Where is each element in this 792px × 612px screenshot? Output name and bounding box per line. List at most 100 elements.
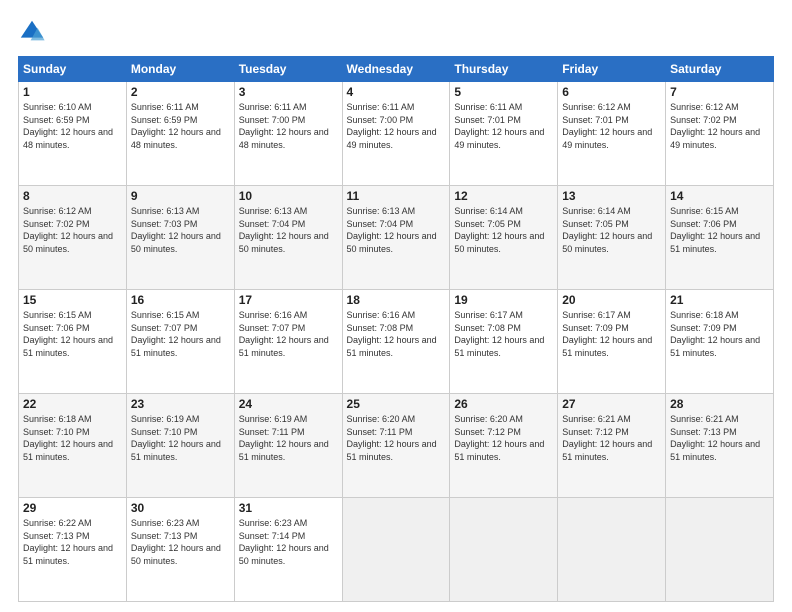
calendar-cell-w4-d3: 24 Sunrise: 6:19 AMSunset: 7:11 PMDayligh… [234, 394, 342, 498]
calendar-cell-w1-d7: 7 Sunrise: 6:12 AMSunset: 7:02 PMDaylight… [666, 82, 774, 186]
calendar-header-monday: Monday [126, 57, 234, 82]
day-detail: Sunrise: 6:15 AMSunset: 7:07 PMDaylight:… [131, 309, 230, 359]
calendar-cell-w5-d2: 30 Sunrise: 6:23 AMSunset: 7:13 PMDayligh… [126, 498, 234, 602]
day-detail: Sunrise: 6:11 AMSunset: 7:01 PMDaylight:… [454, 101, 553, 151]
day-detail: Sunrise: 6:16 AMSunset: 7:07 PMDaylight:… [239, 309, 338, 359]
calendar-cell-w3-d6: 20 Sunrise: 6:17 AMSunset: 7:09 PMDayligh… [558, 290, 666, 394]
calendar-week-2: 8 Sunrise: 6:12 AMSunset: 7:02 PMDaylight… [19, 186, 774, 290]
day-detail: Sunrise: 6:17 AMSunset: 7:09 PMDaylight:… [562, 309, 661, 359]
calendar-cell-w1-d1: 1 Sunrise: 6:10 AMSunset: 6:59 PMDaylight… [19, 82, 127, 186]
day-detail: Sunrise: 6:17 AMSunset: 7:08 PMDaylight:… [454, 309, 553, 359]
calendar-header-wednesday: Wednesday [342, 57, 450, 82]
logo [18, 18, 50, 46]
calendar-cell-w4-d7: 28 Sunrise: 6:21 AMSunset: 7:13 PMDayligh… [666, 394, 774, 498]
calendar-header-friday: Friday [558, 57, 666, 82]
page: SundayMondayTuesdayWednesdayThursdayFrid… [0, 0, 792, 612]
day-number: 24 [239, 397, 338, 411]
day-number: 13 [562, 189, 661, 203]
day-detail: Sunrise: 6:12 AMSunset: 7:02 PMDaylight:… [23, 205, 122, 255]
calendar-cell-w5-d5 [450, 498, 558, 602]
calendar-header-sunday: Sunday [19, 57, 127, 82]
calendar-week-5: 29 Sunrise: 6:22 AMSunset: 7:13 PMDayligh… [19, 498, 774, 602]
day-detail: Sunrise: 6:19 AMSunset: 7:10 PMDaylight:… [131, 413, 230, 463]
calendar-header-saturday: Saturday [666, 57, 774, 82]
logo-icon [18, 18, 46, 46]
calendar-cell-w1-d5: 5Sunrise: 6:11 AMSunset: 7:01 PMDaylight… [450, 82, 558, 186]
calendar-table: SundayMondayTuesdayWednesdayThursdayFrid… [18, 56, 774, 602]
calendar-cell-w5-d6 [558, 498, 666, 602]
calendar-cell-w2-d7: 14Sunrise: 6:15 AMSunset: 7:06 PMDayligh… [666, 186, 774, 290]
day-detail: Sunrise: 6:11 AMSunset: 6:59 PMDaylight:… [131, 101, 230, 151]
calendar-cell-w4-d4: 25 Sunrise: 6:20 AMSunset: 7:11 PMDayligh… [342, 394, 450, 498]
day-number: 8 [23, 189, 122, 203]
day-number: 23 [131, 397, 230, 411]
day-number: 18 [347, 293, 446, 307]
calendar-cell-w1-d3: 3Sunrise: 6:11 AMSunset: 7:00 PMDaylight… [234, 82, 342, 186]
calendar-cell-w2-d1: 8 Sunrise: 6:12 AMSunset: 7:02 PMDaylight… [19, 186, 127, 290]
day-number: 14 [670, 189, 769, 203]
day-number: 17 [239, 293, 338, 307]
day-detail: Sunrise: 6:21 AMSunset: 7:13 PMDaylight:… [670, 413, 769, 463]
day-detail: Sunrise: 6:10 AMSunset: 6:59 PMDaylight:… [23, 101, 122, 151]
day-detail: Sunrise: 6:13 AMSunset: 7:04 PMDaylight:… [347, 205, 446, 255]
calendar-cell-w4-d1: 22 Sunrise: 6:18 AMSunset: 7:10 PMDayligh… [19, 394, 127, 498]
day-detail: Sunrise: 6:22 AMSunset: 7:13 PMDaylight:… [23, 517, 122, 567]
day-number: 28 [670, 397, 769, 411]
day-detail: Sunrise: 6:23 AMSunset: 7:14 PMDaylight:… [239, 517, 338, 567]
day-detail: Sunrise: 6:16 AMSunset: 7:08 PMDaylight:… [347, 309, 446, 359]
day-number: 11 [347, 189, 446, 203]
day-detail: Sunrise: 6:14 AMSunset: 7:05 PMDaylight:… [562, 205, 661, 255]
calendar-cell-w2-d6: 13 Sunrise: 6:14 AMSunset: 7:05 PMDayligh… [558, 186, 666, 290]
day-detail: Sunrise: 6:18 AMSunset: 7:09 PMDaylight:… [670, 309, 769, 359]
day-number: 22 [23, 397, 122, 411]
day-number: 3 [239, 85, 338, 99]
day-detail: Sunrise: 6:20 AMSunset: 7:11 PMDaylight:… [347, 413, 446, 463]
day-number: 27 [562, 397, 661, 411]
calendar-body: 1 Sunrise: 6:10 AMSunset: 6:59 PMDaylight… [19, 82, 774, 602]
day-number: 26 [454, 397, 553, 411]
day-number: 21 [670, 293, 769, 307]
header [18, 18, 774, 46]
calendar-cell-w1-d6: 6 Sunrise: 6:12 AMSunset: 7:01 PMDaylight… [558, 82, 666, 186]
day-detail: Sunrise: 6:23 AMSunset: 7:13 PMDaylight:… [131, 517, 230, 567]
day-detail: Sunrise: 6:11 AMSunset: 7:00 PMDaylight:… [347, 101, 446, 151]
calendar-cell-w2-d2: 9 Sunrise: 6:13 AMSunset: 7:03 PMDaylight… [126, 186, 234, 290]
calendar-week-4: 22 Sunrise: 6:18 AMSunset: 7:10 PMDayligh… [19, 394, 774, 498]
day-number: 12 [454, 189, 553, 203]
day-number: 4 [347, 85, 446, 99]
calendar-cell-w2-d4: 11 Sunrise: 6:13 AMSunset: 7:04 PMDayligh… [342, 186, 450, 290]
day-number: 30 [131, 501, 230, 515]
calendar-cell-w5-d1: 29 Sunrise: 6:22 AMSunset: 7:13 PMDayligh… [19, 498, 127, 602]
day-detail: Sunrise: 6:20 AMSunset: 7:12 PMDaylight:… [454, 413, 553, 463]
day-number: 29 [23, 501, 122, 515]
day-detail: Sunrise: 6:21 AMSunset: 7:12 PMDaylight:… [562, 413, 661, 463]
day-number: 9 [131, 189, 230, 203]
day-number: 25 [347, 397, 446, 411]
day-number: 31 [239, 501, 338, 515]
calendar-cell-w3-d7: 21 Sunrise: 6:18 AMSunset: 7:09 PMDayligh… [666, 290, 774, 394]
day-detail: Sunrise: 6:19 AMSunset: 7:11 PMDaylight:… [239, 413, 338, 463]
day-number: 15 [23, 293, 122, 307]
day-number: 6 [562, 85, 661, 99]
calendar-header-thursday: Thursday [450, 57, 558, 82]
day-number: 16 [131, 293, 230, 307]
calendar-cell-w1-d4: 4 Sunrise: 6:11 AMSunset: 7:00 PMDaylight… [342, 82, 450, 186]
calendar-cell-w4-d2: 23 Sunrise: 6:19 AMSunset: 7:10 PMDayligh… [126, 394, 234, 498]
calendar-cell-w5-d7 [666, 498, 774, 602]
calendar-header-tuesday: Tuesday [234, 57, 342, 82]
calendar-week-3: 15Sunrise: 6:15 AMSunset: 7:06 PMDayligh… [19, 290, 774, 394]
calendar-cell-w3-d4: 18 Sunrise: 6:16 AMSunset: 7:08 PMDayligh… [342, 290, 450, 394]
day-number: 1 [23, 85, 122, 99]
day-detail: Sunrise: 6:12 AMSunset: 7:02 PMDaylight:… [670, 101, 769, 151]
day-number: 10 [239, 189, 338, 203]
day-number: 20 [562, 293, 661, 307]
day-number: 7 [670, 85, 769, 99]
calendar-cell-w3-d3: 17 Sunrise: 6:16 AMSunset: 7:07 PMDayligh… [234, 290, 342, 394]
calendar-week-1: 1 Sunrise: 6:10 AMSunset: 6:59 PMDaylight… [19, 82, 774, 186]
day-detail: Sunrise: 6:13 AMSunset: 7:03 PMDaylight:… [131, 205, 230, 255]
calendar-cell-w3-d1: 15Sunrise: 6:15 AMSunset: 7:06 PMDayligh… [19, 290, 127, 394]
day-detail: Sunrise: 6:18 AMSunset: 7:10 PMDaylight:… [23, 413, 122, 463]
calendar-cell-w1-d2: 2Sunrise: 6:11 AMSunset: 6:59 PMDaylight… [126, 82, 234, 186]
calendar-cell-w5-d4 [342, 498, 450, 602]
day-detail: Sunrise: 6:12 AMSunset: 7:01 PMDaylight:… [562, 101, 661, 151]
